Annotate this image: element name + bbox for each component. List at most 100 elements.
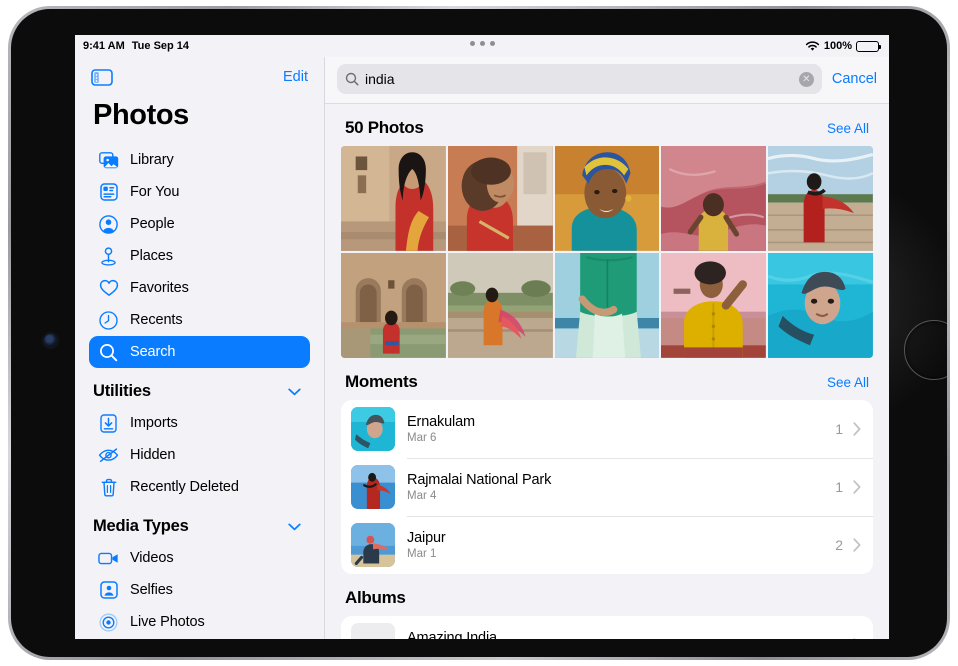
photos-section-title: 50 Photos	[345, 118, 424, 137]
screen: 9:41 AM Tue Sep 14 100% Edit Photos Libr…	[75, 35, 889, 639]
moment-row-rajmalai-national-park[interactable]: Rajmalai National Park Mar 4 1	[341, 457, 873, 516]
chevron-right-icon[interactable]	[853, 537, 861, 552]
device-body: 9:41 AM Tue Sep 14 100% Edit Photos Libr…	[11, 9, 947, 657]
sidebar-item-people[interactable]: People	[89, 208, 310, 240]
album-row-amazing-india[interactable]: Amazing India Mar 31 – May 13, 2019 59	[341, 616, 873, 639]
photo-red-sari-dance-rooftop[interactable]	[768, 146, 873, 251]
photo-orange-sari-field[interactable]	[447, 252, 553, 358]
photos-section-header: 50 Photos See All	[341, 104, 873, 146]
photo-green-blouse-seaside[interactable]	[554, 252, 660, 358]
map-pin-icon	[98, 246, 119, 267]
photo-child-stone-arches[interactable]	[341, 252, 446, 358]
heart-icon	[98, 278, 119, 299]
chevron-right-icon[interactable]	[853, 421, 861, 436]
sidebar-item-for-you[interactable]: For You	[89, 176, 310, 208]
moment-title: Rajmalai National Park	[407, 471, 552, 488]
photo-yellow-headwrap-portrait[interactable]	[554, 146, 660, 251]
chevron-right-icon[interactable]	[853, 479, 861, 494]
import-arrow-icon	[98, 413, 119, 434]
status-bar-right: 100%	[805, 40, 882, 52]
photo-woman-red-sari-wall[interactable]	[341, 146, 446, 251]
chevron-down-icon[interactable]	[288, 518, 301, 536]
albums-section-header: Albums	[341, 574, 873, 616]
search-bar: india ✕ Cancel	[325, 57, 889, 104]
search-query-text: india	[365, 71, 395, 87]
split-view: Edit Photos Library For You People Place…	[75, 57, 889, 639]
album-title: Amazing India	[407, 629, 497, 639]
cancel-search-button[interactable]: Cancel	[832, 71, 877, 87]
moment-row-jaipur[interactable]: Jaipur Mar 1 2	[341, 515, 873, 574]
sidebar-item-label: Hidden	[130, 447, 176, 463]
for-you-icon	[98, 182, 119, 203]
wifi-icon	[805, 40, 820, 52]
moment-date: Mar 4	[407, 489, 437, 502]
person-circle-icon	[98, 214, 119, 235]
albums-list: Amazing India Mar 31 – May 13, 2019 59	[341, 615, 873, 639]
moment-count: 1	[835, 420, 843, 437]
ipad-device-frame: 9:41 AM Tue Sep 14 100% Edit Photos Libr…	[8, 6, 950, 660]
section-title: Utilities	[93, 382, 151, 400]
search-input[interactable]: india ✕	[337, 64, 822, 94]
sidebar-item-label: Live Photos	[130, 614, 205, 630]
sidebar: Edit Photos Library For You People Place…	[75, 57, 325, 639]
multitasking-dots-icon[interactable]	[75, 41, 889, 46]
edit-button[interactable]: Edit	[283, 69, 308, 85]
sidebar-item-label: Selfies	[130, 582, 173, 598]
results-scroll-area[interactable]: 50 Photos See All Moments See All Ernaku…	[325, 104, 889, 639]
photo-pink-fabric-overhead[interactable]	[661, 146, 767, 251]
status-time: 9:41 AM	[83, 40, 125, 52]
sidebar-item-label: People	[130, 216, 175, 232]
sidebar-item-label: Recents	[130, 312, 183, 328]
photo-yellow-shirt-pink-wall[interactable]	[661, 252, 767, 358]
moment-date: Mar 6	[407, 431, 437, 444]
sidebar-toggle-icon[interactable]	[91, 68, 113, 86]
sidebar-item-portrait[interactable]: Portrait	[89, 638, 310, 639]
photos-see-all-button[interactable]: See All	[827, 121, 869, 136]
moment-row-ernakulam[interactable]: Ernakulam Mar 6 1	[341, 400, 873, 458]
live-photo-icon	[98, 612, 119, 633]
status-date: Tue Sep 14	[131, 40, 190, 52]
battery-percent: 100%	[823, 40, 852, 52]
moments-see-all-button[interactable]: See All	[827, 375, 869, 390]
sidebar-item-recently-deleted[interactable]: Recently Deleted	[89, 471, 310, 503]
front-camera-icon	[44, 334, 57, 347]
moment-thumb-jaipur	[351, 522, 395, 567]
sidebar-item-label: Search	[130, 344, 176, 360]
moments-list: Ernakulam Mar 6 1 Rajmalai National Park…	[341, 399, 873, 574]
sidebar-item-places[interactable]: Places	[89, 240, 310, 272]
chevron-down-icon[interactable]	[288, 383, 301, 401]
sidebar-primary-nav: Library For You People Places Favorites …	[89, 144, 310, 368]
sidebar-item-favorites[interactable]: Favorites	[89, 272, 310, 304]
moment-thumb-red-sari	[351, 464, 395, 509]
sidebar-item-library[interactable]: Library	[89, 144, 310, 176]
sidebar-section-utilities-header[interactable]: Utilities	[89, 368, 310, 407]
chevron-right-icon[interactable]	[853, 637, 861, 639]
sidebar-item-search[interactable]: Search	[89, 336, 310, 368]
page-title: Photos	[93, 99, 189, 131]
sidebar-item-imports[interactable]: Imports	[89, 407, 310, 439]
moments-section-header: Moments See All	[341, 358, 873, 400]
sidebar-item-label: For You	[130, 184, 180, 200]
moment-count: 2	[835, 536, 843, 553]
status-bar-left: 9:41 AM Tue Sep 14	[83, 40, 189, 52]
sidebar-item-videos[interactable]: Videos	[89, 542, 310, 574]
sidebar-item-live-photos[interactable]: Live Photos	[89, 606, 310, 638]
eye-slash-icon	[98, 445, 119, 466]
search-icon	[98, 342, 119, 363]
video-camera-icon	[98, 548, 119, 569]
sidebar-item-selfies[interactable]: Selfies	[89, 574, 310, 606]
moment-thumb-swimmer	[351, 406, 395, 451]
moment-row-text: Rajmalai National Park Mar 4	[407, 472, 551, 502]
selfie-icon	[98, 580, 119, 601]
photos-library-icon	[98, 150, 119, 171]
trash-icon	[98, 477, 119, 498]
photo-curly-hair-portrait[interactable]	[447, 146, 553, 251]
sidebar-section-media-types-header[interactable]: Media Types	[89, 503, 310, 542]
photo-swimmer-pool[interactable]	[768, 252, 873, 358]
clear-search-icon[interactable]: ✕	[798, 71, 814, 87]
sidebar-item-hidden[interactable]: Hidden	[89, 439, 310, 471]
moment-count: 1	[835, 478, 843, 495]
clock-icon	[98, 310, 119, 331]
sidebar-item-recents[interactable]: Recents	[89, 304, 310, 336]
albums-section-title: Albums	[345, 587, 406, 607]
